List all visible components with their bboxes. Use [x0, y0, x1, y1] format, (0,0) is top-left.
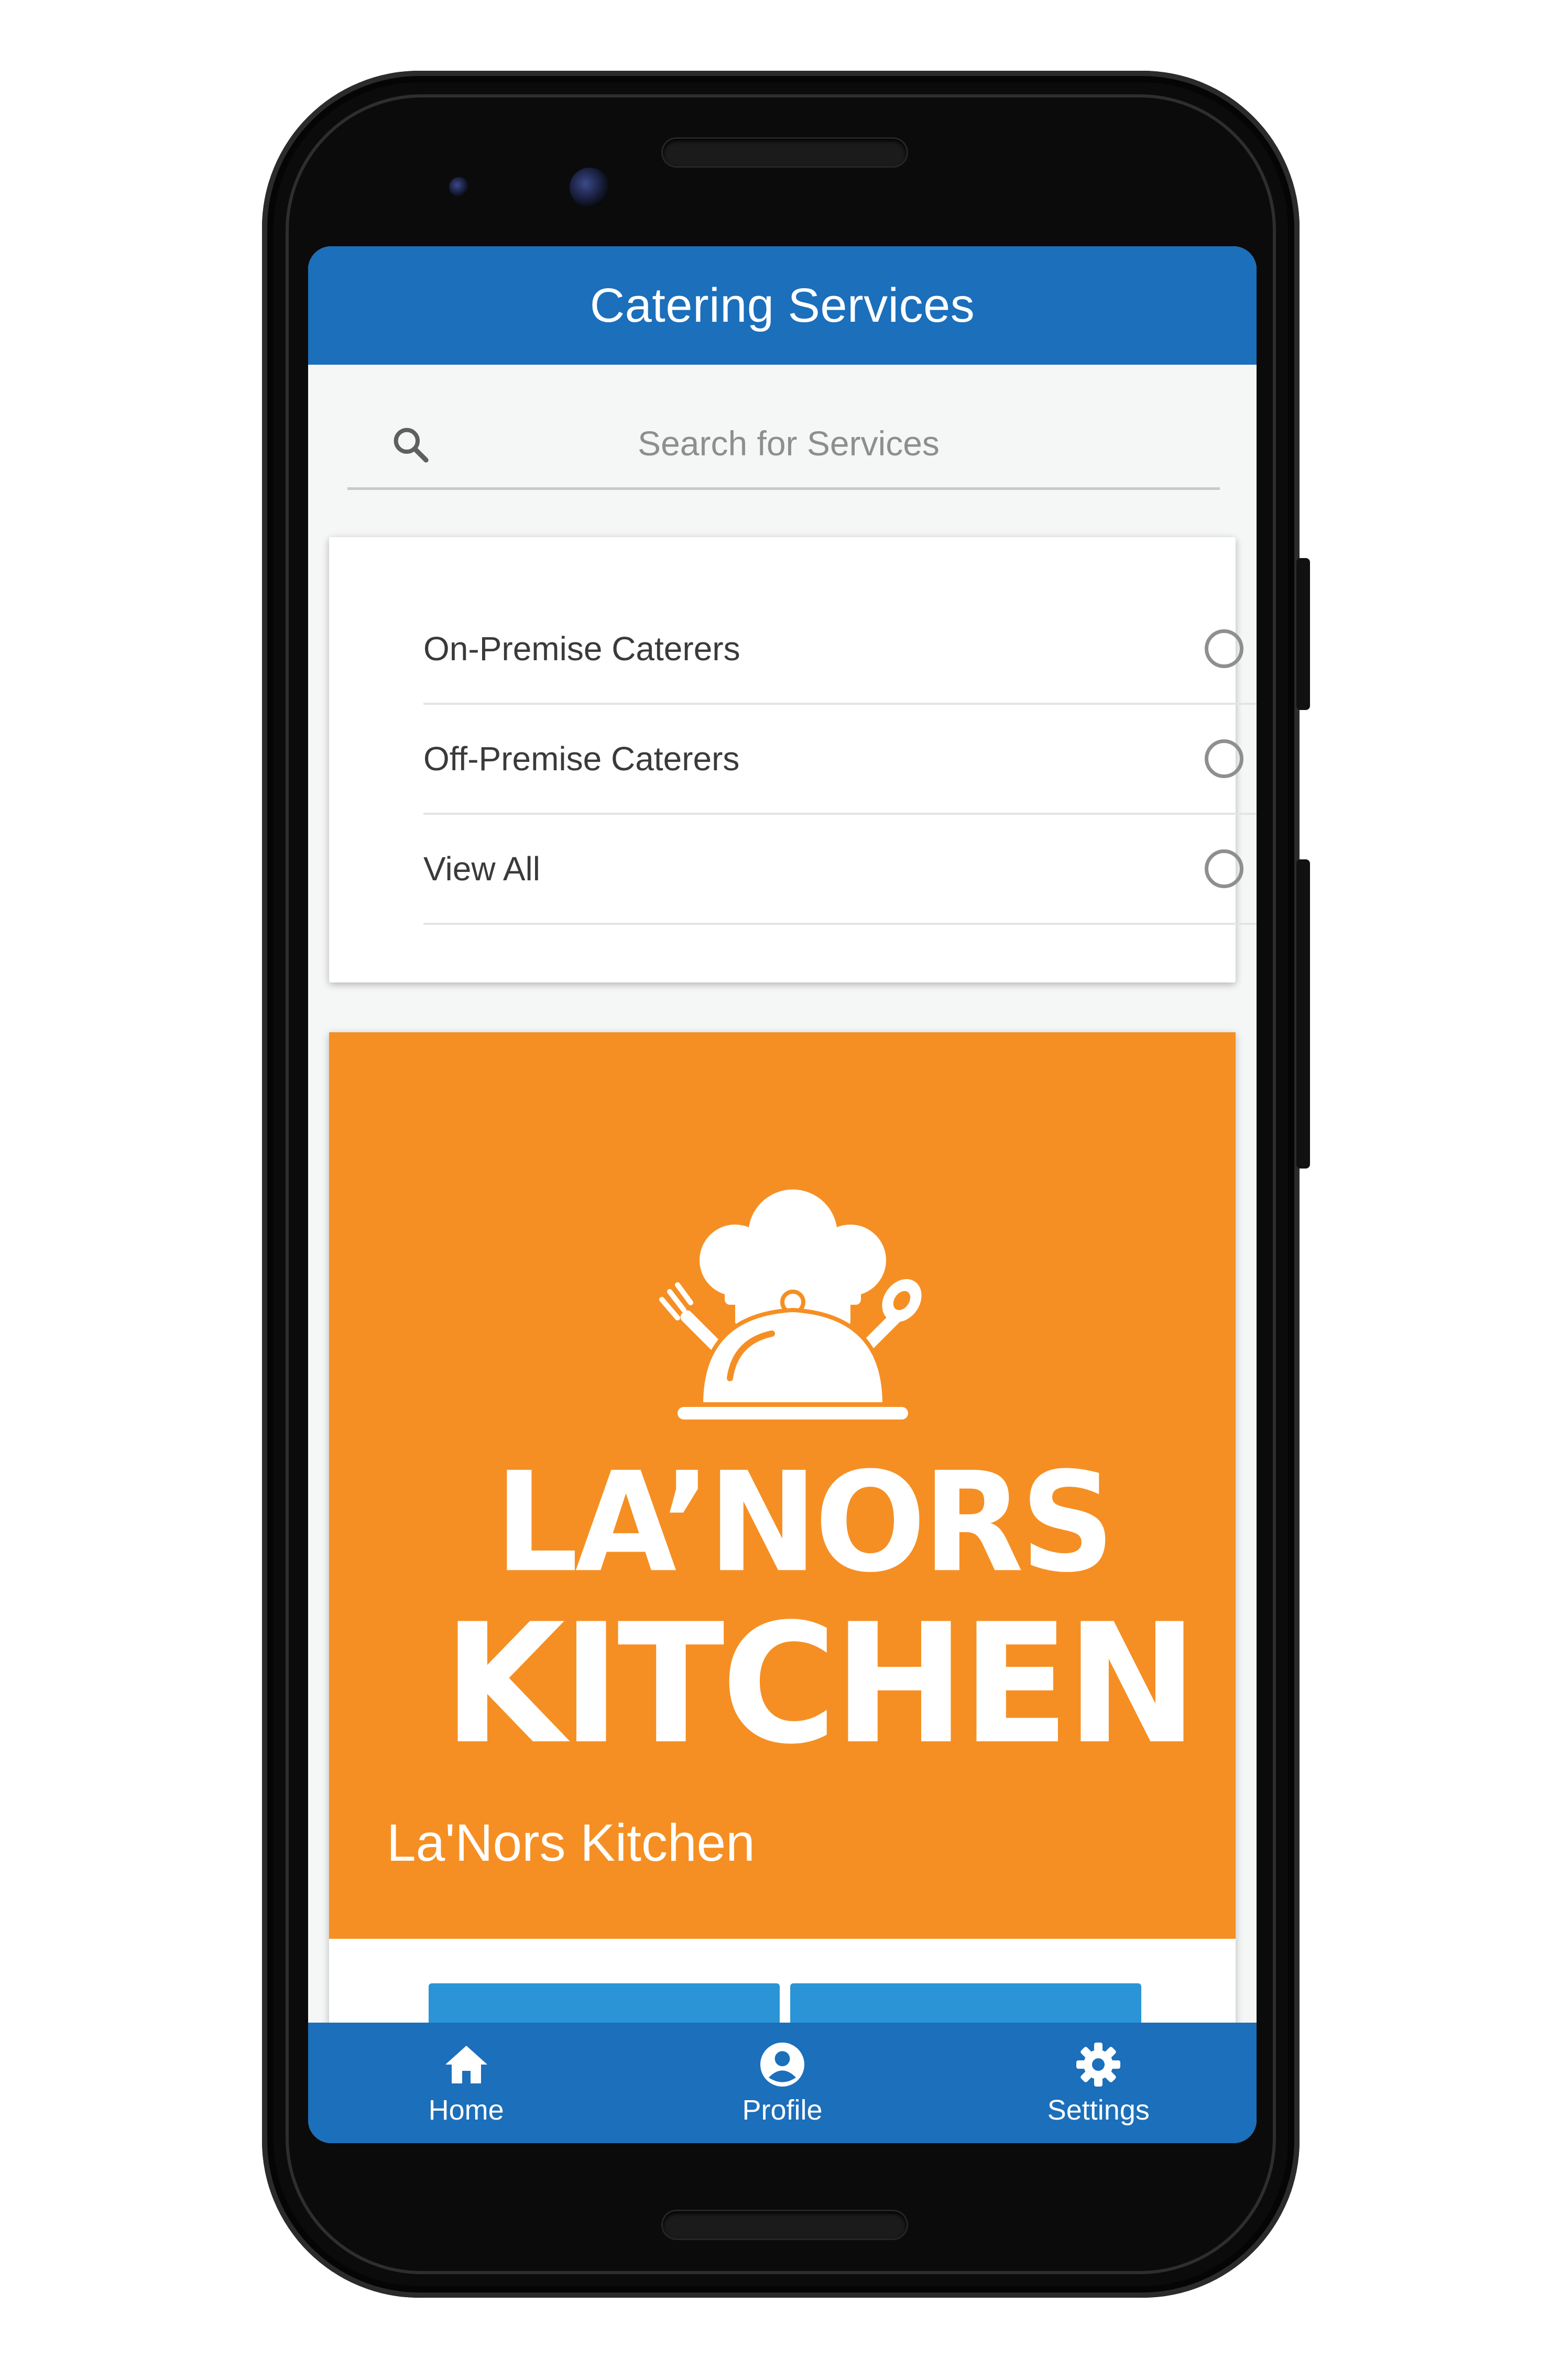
logo-text-line-2: KITCHEN: [443, 1588, 1198, 1781]
filter-option-view-all[interactable]: View All: [423, 815, 1257, 925]
search-icon[interactable]: [389, 423, 431, 465]
nav-label-settings: Settings: [1047, 2094, 1150, 2126]
nav-label-profile: Profile: [742, 2094, 823, 2126]
logo-text-line-1: LA’NORS: [495, 1442, 1115, 1603]
filter-option-label: Off-Premise Caterers: [423, 740, 740, 778]
filter-option-label: On-Premise Caterers: [423, 630, 740, 668]
chef-cloche-logo-icon: [659, 1189, 922, 1420]
profile-icon: [760, 2043, 804, 2087]
nav-label-home: Home: [428, 2094, 504, 2126]
radio-button[interactable]: [1205, 849, 1243, 888]
search-bar[interactable]: [347, 398, 1220, 490]
power-button: [1296, 859, 1310, 1169]
nav-item-home[interactable]: Home: [362, 2039, 571, 2126]
home-icon: [445, 2046, 487, 2083]
radio-button[interactable]: [1205, 629, 1243, 668]
filter-option-off-premise[interactable]: Off-Premise Caterers: [423, 705, 1257, 815]
caterer-banner[interactable]: LA’NORS KITCHEN La'Nors Kitchen: [329, 1032, 1236, 1939]
app-header: Catering Services: [308, 246, 1257, 365]
sensor-icon: [449, 177, 469, 197]
app-screen: Catering Services On-Premise Caterers Of…: [308, 246, 1257, 2143]
radio-button[interactable]: [1205, 739, 1243, 778]
caterer-card[interactable]: LA’NORS KITCHEN La'Nors Kitchen: [329, 1032, 1236, 2046]
nav-item-settings[interactable]: Settings: [994, 2039, 1203, 2126]
caterer-name: La'Nors Kitchen: [387, 1814, 755, 1872]
gear-icon: [1076, 2043, 1121, 2087]
volume-button: [1296, 558, 1310, 710]
front-camera-icon: [570, 168, 609, 208]
filter-option-on-premise[interactable]: On-Premise Caterers: [423, 595, 1257, 705]
page-title: Catering Services: [590, 278, 975, 332]
nav-item-profile[interactable]: Profile: [678, 2039, 887, 2126]
bottom-navigation: Home Profile Settings: [308, 2023, 1257, 2143]
filter-option-label: View All: [423, 850, 540, 888]
search-input[interactable]: [452, 414, 1125, 473]
bottom-speaker: [663, 2211, 907, 2239]
earpiece-speaker: [663, 139, 907, 166]
filter-card: On-Premise Caterers Off-Premise Caterers…: [329, 537, 1257, 982]
